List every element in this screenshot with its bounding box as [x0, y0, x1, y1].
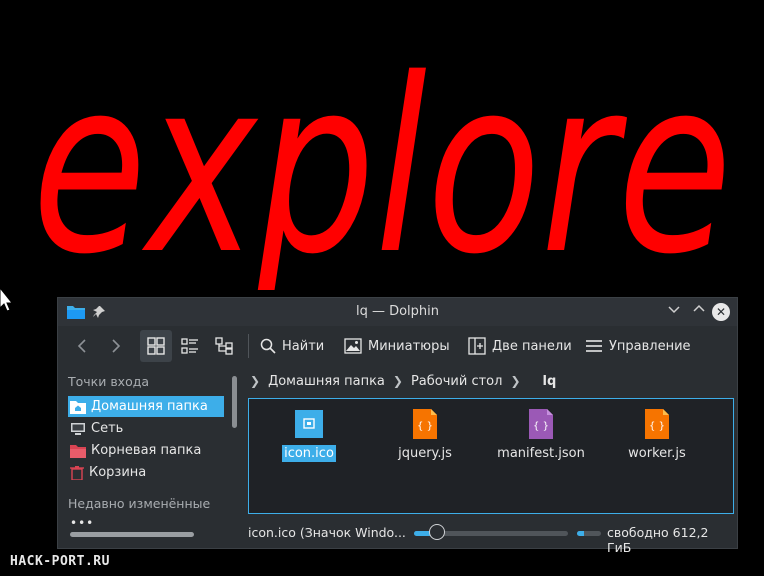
split-view-button[interactable]: Две панели [468, 330, 572, 362]
sidebar-item-network[interactable]: Сеть [68, 418, 224, 439]
compact-view-icon [181, 338, 198, 354]
file-name: worker.js [628, 446, 686, 461]
sidebar-vertical-scrollbar[interactable] [232, 376, 237, 428]
file-item[interactable]: icon.ico [259, 409, 359, 462]
breadcrumb-current[interactable]: lq [543, 374, 557, 389]
sidebar-item-root[interactable]: Корневая папка [68, 440, 224, 461]
file-item[interactable]: { } jquery.js [375, 409, 475, 462]
sidebar-item-label: Домашняя папка [91, 399, 208, 414]
tree-view-icon [215, 337, 233, 355]
network-icon [71, 422, 85, 435]
free-space-text: свободно 612,2 ГиБ [607, 525, 709, 555]
root-folder-icon [70, 444, 86, 458]
hamburger-menu-icon [586, 340, 602, 352]
preview-label: Миниатюры [368, 338, 450, 354]
title-bar[interactable]: lq — Dolphin ✕ [58, 298, 737, 326]
back-arrow-icon [77, 339, 86, 353]
sidebar-item-home[interactable]: Домашняя папка [68, 396, 224, 417]
javascript-file-icon: { } [413, 409, 437, 439]
chevron-down-icon [668, 306, 680, 314]
more-indicator-icon: ••• [70, 516, 95, 530]
zoom-slider[interactable] [414, 524, 568, 540]
image-preview-icon [344, 338, 362, 354]
find-label: Найти [282, 338, 325, 354]
chevron-right-icon: ❯ [510, 374, 521, 388]
chevron-right-icon: ❯ [250, 374, 261, 388]
breadcrumb: ❯ Домашняя папка ❯ Рабочий стол ❯ lq [246, 370, 556, 392]
breadcrumb-item[interactable]: Рабочий стол [411, 374, 502, 389]
mouse-cursor-icon [0, 288, 14, 312]
status-bar: icon.ico (Значок Windo... свободно 612,2… [248, 522, 734, 555]
dolphin-window: lq — Dolphin ✕ Найти Миниатюры Две панел… [57, 297, 738, 555]
status-text: icon.ico (Значок Windo... [248, 525, 406, 540]
svg-text:{ }: { } [649, 421, 665, 432]
grid-view-icon [147, 337, 165, 355]
toolbar-separator [248, 334, 249, 358]
folder-home-icon [70, 400, 86, 414]
details-view-button[interactable] [208, 330, 240, 362]
sidebar-item-label: Корневая папка [91, 443, 202, 458]
menu-button[interactable]: Управление [585, 330, 691, 362]
breadcrumb-item[interactable]: Домашняя папка [268, 374, 385, 389]
icons-view-button[interactable] [140, 330, 172, 362]
svg-text:{ }: { } [533, 421, 549, 432]
svg-text:{ }: { } [417, 421, 433, 432]
places-heading: Точки входа [68, 374, 150, 389]
search-icon [260, 338, 276, 354]
toolbar: Найти Миниатюры Две панели Управление [58, 326, 737, 366]
forward-button[interactable] [100, 330, 132, 362]
file-name: manifest.json [497, 446, 585, 461]
forward-arrow-icon [112, 339, 121, 353]
watermark: HACK-PORT.RU [10, 554, 110, 569]
file-name: icon.ico [282, 445, 336, 462]
find-button[interactable]: Найти [260, 330, 324, 362]
maximize-button[interactable] [690, 303, 708, 321]
zoom-slider-handle[interactable] [429, 524, 445, 540]
places-sidebar: Точки входа Домашняя папка Сеть Корневая… [58, 366, 238, 550]
sidebar-item-label: Корзина [89, 465, 147, 480]
chevron-right-icon: ❯ [392, 374, 403, 388]
file-item[interactable]: { } worker.js [607, 409, 707, 462]
headline-text: explore [32, 27, 732, 290]
minimize-button[interactable] [665, 303, 683, 321]
file-item[interactable]: { } manifest.json [491, 409, 591, 462]
explore-headline: explore [32, 27, 732, 290]
sidebar-item-trash[interactable]: Корзина [68, 462, 224, 483]
back-button[interactable] [66, 330, 98, 362]
window-title: lq — Dolphin [355, 304, 440, 319]
disk-usage-fill [577, 531, 585, 536]
javascript-file-icon: { } [645, 409, 669, 439]
image-file-icon [295, 410, 323, 438]
file-name: jquery.js [398, 446, 452, 461]
close-button[interactable]: ✕ [712, 303, 730, 321]
chevron-up-icon [693, 304, 705, 312]
split-view-icon [468, 337, 486, 355]
recent-heading: Недавно изменённые [68, 496, 211, 511]
sidebar-horizontal-scrollbar[interactable] [70, 532, 194, 537]
menu-label: Управление [609, 338, 691, 354]
split-view-label: Две панели [492, 338, 572, 354]
json-file-icon: { } [529, 409, 553, 439]
sidebar-item-label: Сеть [91, 421, 124, 436]
compact-view-button[interactable] [174, 330, 206, 362]
trash-icon [70, 465, 84, 480]
preview-button[interactable]: Миниатюры [344, 330, 450, 362]
disk-usage-bar [577, 531, 601, 536]
close-icon: ✕ [715, 305, 727, 319]
file-view[interactable]: icon.ico { } jquery.js { } manifest.json… [248, 398, 734, 514]
